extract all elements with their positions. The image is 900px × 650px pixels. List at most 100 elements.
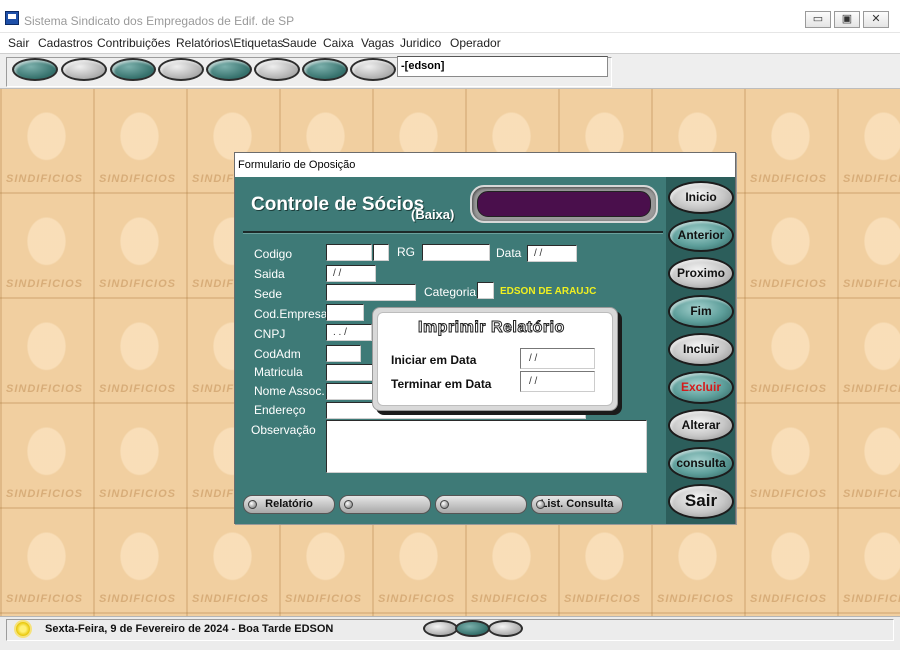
- menu-relatorios-etiquetas[interactable]: Relatórios\Etiquetas: [176, 36, 283, 50]
- observacao-textarea[interactable]: [326, 420, 647, 473]
- menu-saude[interactable]: Saude: [282, 36, 317, 50]
- sede-label: Sede: [254, 287, 283, 301]
- data-label: Data: [496, 246, 522, 260]
- window-titlebar: Sistema Sindicato dos Empregados de Edif…: [0, 0, 900, 33]
- watermark-text: SINDIFICIOS: [843, 488, 900, 500]
- cod-adm-label: CodAdm: [254, 347, 301, 361]
- relatorio-button-label: Relatório: [265, 498, 313, 510]
- watermark-text: SINDIFICIOS: [99, 173, 177, 185]
- watermark-text: SINDIFICIOS: [750, 593, 828, 605]
- menu-caixa[interactable]: Caixa: [323, 36, 354, 50]
- cnpj-input[interactable]: . . /: [326, 324, 372, 341]
- watermark-text: SINDIFICIOS: [750, 488, 828, 500]
- watermark-text: SINDIFICIOS: [6, 593, 84, 605]
- status-button-3[interactable]: [488, 620, 523, 637]
- relatorio-button[interactable]: Relatório: [243, 495, 335, 514]
- toolbar-button-7[interactable]: [302, 58, 348, 81]
- list-consulta-button[interactable]: List. Consulta: [531, 495, 623, 514]
- codigo-digit-input[interactable]: [373, 244, 389, 261]
- categoria-input[interactable]: [477, 282, 494, 299]
- nome-assoc-label: Nome Assoc.: [254, 384, 325, 398]
- proximo-button[interactable]: Proximo: [668, 257, 734, 290]
- categoria-label: Categoria: [424, 285, 477, 299]
- menu-contribuicoes[interactable]: Contribuições: [97, 36, 170, 50]
- blank-button-2[interactable]: [435, 495, 527, 514]
- toolbar-button-2[interactable]: [61, 58, 107, 81]
- print-report-popup: Imprimir Relatório Iniciar em Data / / T…: [372, 307, 618, 411]
- watermark-text: SINDIFICIOS: [99, 593, 177, 605]
- form-title: Controle de Sócios: [251, 194, 425, 215]
- dialog-title: Formulario de Oposição: [238, 159, 356, 171]
- close-button[interactable]: ✕: [863, 11, 889, 28]
- toolbar-button-4[interactable]: [158, 58, 204, 81]
- toolbar-button-3[interactable]: [110, 58, 156, 81]
- menu-juridico[interactable]: Juridico: [400, 36, 441, 50]
- cod-empresa-input[interactable]: [326, 304, 364, 321]
- watermark-text: SINDIFICIOS: [192, 593, 270, 605]
- menu-bar: Sair Cadastros Contribuições Relatórios\…: [0, 33, 900, 53]
- alterar-button[interactable]: Alterar: [668, 409, 734, 442]
- toolbar-button-6[interactable]: [254, 58, 300, 81]
- end-date-input[interactable]: / /: [520, 371, 595, 392]
- watermark-text: SINDIFICIOS: [99, 383, 177, 395]
- watermark-text: SINDIFICIOS: [657, 593, 735, 605]
- watermark-text: SINDIFICIOS: [750, 278, 828, 290]
- cod-empresa-label: Cod.Empresa: [254, 307, 328, 321]
- menu-cadastros[interactable]: Cadastros: [38, 36, 93, 50]
- dialog-titlebar: Formulario de Oposição: [235, 153, 735, 177]
- saida-input[interactable]: / /: [326, 265, 376, 282]
- start-date-input[interactable]: / /: [520, 348, 595, 369]
- status-button-2[interactable]: [455, 620, 490, 637]
- toolbar-button-1[interactable]: [12, 58, 58, 81]
- menu-operador[interactable]: Operador: [450, 36, 501, 50]
- cod-adm-input[interactable]: [326, 345, 361, 362]
- watermark-text: SINDIFICIOS: [843, 383, 900, 395]
- watermark-text: SINDIFICIOS: [750, 383, 828, 395]
- excluir-button[interactable]: Excluir: [668, 371, 734, 404]
- inicio-button[interactable]: Inicio: [668, 181, 734, 214]
- app-icon: [5, 11, 19, 25]
- watermark-text: SINDIFICIOS: [99, 278, 177, 290]
- sair-button[interactable]: Sair: [668, 484, 734, 519]
- window-title: Sistema Sindicato dos Empregados de Edif…: [24, 14, 295, 28]
- watermark-text: SINDIFICIOS: [750, 173, 828, 185]
- button-bullet-icon: [536, 500, 545, 509]
- button-bullet-icon: [440, 500, 449, 509]
- fim-button[interactable]: Fim: [668, 295, 734, 328]
- watermark-text: SINDIFICIOS: [564, 593, 642, 605]
- rg-input[interactable]: [422, 244, 490, 261]
- blank-button-1[interactable]: [339, 495, 431, 514]
- codigo-input[interactable]: [326, 244, 372, 261]
- codigo-label: Codigo: [254, 247, 293, 261]
- sede-input[interactable]: [326, 284, 416, 301]
- saida-label: Saida: [254, 267, 285, 281]
- watermark-text: SINDIFICIOS: [378, 593, 456, 605]
- associate-name-display: EDSON DE ARAUJC: [500, 286, 597, 297]
- nome-assoc-input[interactable]: [326, 383, 374, 400]
- watermark-text: SINDIFICIOS: [843, 593, 900, 605]
- toolbar-button-8[interactable]: [350, 58, 396, 81]
- consulta-button[interactable]: consulta: [668, 447, 734, 480]
- cnpj-label: CNPJ: [254, 327, 286, 341]
- maximize-button[interactable]: ▣: [834, 11, 860, 28]
- button-bullet-icon: [248, 500, 257, 509]
- menu-sair[interactable]: Sair: [8, 36, 29, 50]
- matricula-input[interactable]: [326, 364, 374, 381]
- watermark-text: SINDIFICIOS: [6, 488, 84, 500]
- watermark-text: SINDIFICIOS: [471, 593, 549, 605]
- toolbar-button-5[interactable]: [206, 58, 252, 81]
- observacao-label: Observação: [251, 423, 316, 437]
- menu-vagas[interactable]: Vagas: [361, 36, 394, 50]
- status-text: Sexta-Feira, 9 de Fevereiro de 2024 - Bo…: [45, 623, 334, 635]
- incluir-button[interactable]: Incluir: [668, 333, 734, 366]
- watermark-text: SINDIFICIOS: [843, 278, 900, 290]
- watermark-text: SINDIFICIOS: [6, 173, 84, 185]
- print-report-body: Imprimir Relatório Iniciar em Data / / T…: [377, 312, 613, 406]
- data-input[interactable]: / /: [527, 245, 577, 262]
- form-subtitle: (Baixa): [411, 207, 455, 222]
- watermark-text: SINDIFICIOS: [6, 383, 84, 395]
- status-bar: Sexta-Feira, 9 de Fevereiro de 2024 - Bo…: [0, 616, 900, 650]
- minimize-button[interactable]: ▭: [805, 11, 831, 28]
- anterior-button[interactable]: Anterior: [668, 219, 734, 252]
- status-button-1[interactable]: [423, 620, 458, 637]
